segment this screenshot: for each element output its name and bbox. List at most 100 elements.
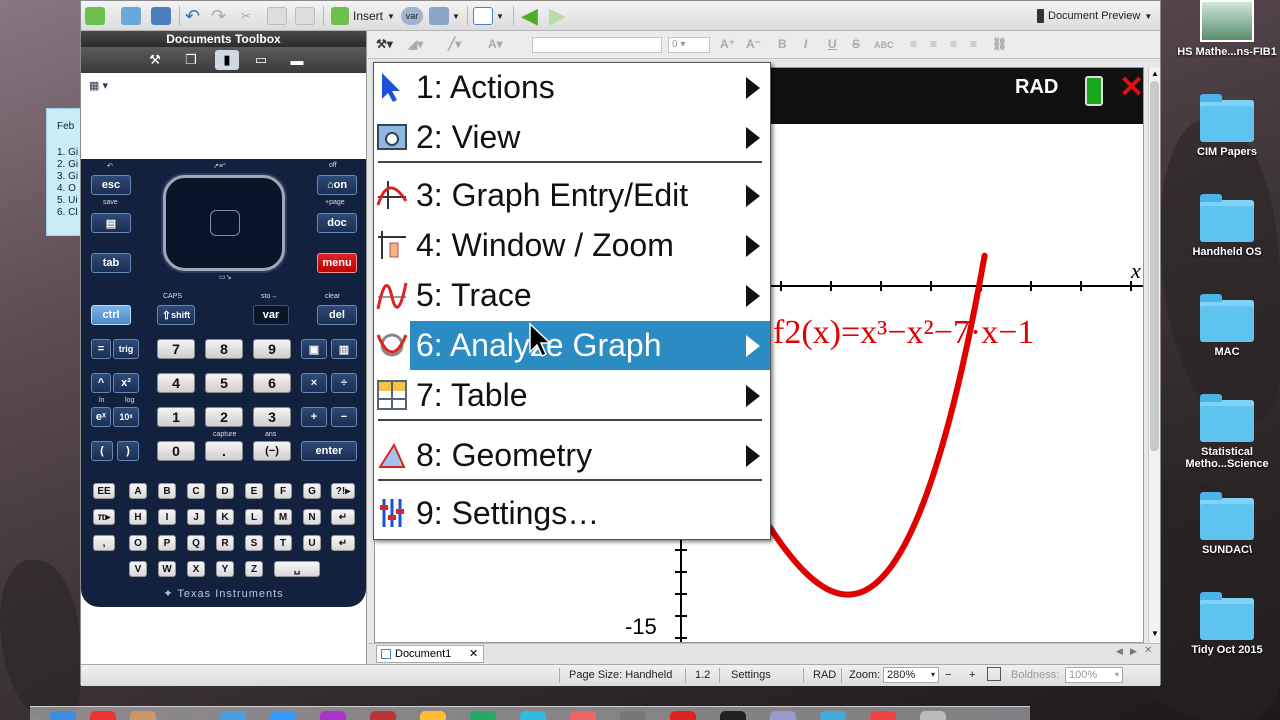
tools-menu-button[interactable]: ⚒▾ — [376, 37, 393, 51]
boldness-select[interactable]: 100% ▾ — [1065, 667, 1123, 683]
page-layout-button[interactable]: ▼ — [473, 5, 504, 27]
alpha-key[interactable]: F — [274, 483, 292, 499]
strikethrough-button[interactable]: S — [852, 37, 860, 51]
align-left-button[interactable]: ≡ — [910, 37, 917, 51]
alpha-key[interactable]: ?!▸ — [331, 483, 355, 499]
tab-close-all-icon[interactable]: ✕ — [1144, 645, 1152, 656]
menu-item-view[interactable]: 2: View — [374, 113, 770, 162]
tab-prev-icon[interactable]: ◀ — [1116, 646, 1123, 657]
decimal-point-key[interactable]: . — [205, 441, 243, 461]
equals-key[interactable]: = — [91, 339, 111, 359]
app-icon[interactable] — [720, 711, 746, 720]
alpha-key[interactable]: B — [158, 483, 176, 499]
app-icon[interactable] — [620, 711, 646, 720]
space-key[interactable]: ␣ — [274, 561, 320, 577]
app-icon[interactable] — [570, 711, 596, 720]
touchpad[interactable] — [163, 175, 285, 271]
menu-item-window-zoom[interactable]: 4: Window / Zoom — [374, 221, 770, 270]
doc-key[interactable]: doc — [317, 213, 357, 233]
ctrl-key[interactable]: ctrl — [91, 305, 131, 325]
screen-capture-button[interactable]: ▼ — [429, 5, 460, 27]
divide-key[interactable]: ÷ — [331, 373, 357, 393]
desktop-icon-tidy-oct[interactable]: Tidy Oct 2015 — [1177, 592, 1277, 656]
menu-item-table[interactable]: 7: Table — [374, 371, 770, 420]
menu-item-geometry[interactable]: 8: Geometry — [374, 431, 770, 480]
book-icon[interactable]: ▭ — [249, 50, 273, 70]
key-9[interactable]: 9 — [253, 339, 291, 359]
app-icon[interactable] — [220, 711, 246, 720]
trig-key[interactable]: trig — [113, 339, 139, 359]
app-icon[interactable] — [320, 711, 346, 720]
app-icon[interactable] — [920, 711, 946, 720]
alpha-key[interactable]: R — [216, 535, 234, 551]
font-family-input[interactable] — [532, 37, 662, 53]
page-size-label[interactable]: Page Size: Handheld — [569, 669, 672, 681]
zoom-out-button[interactable]: − — [945, 669, 951, 681]
caps-button[interactable]: ABC — [874, 40, 894, 50]
alpha-key[interactable]: K — [216, 509, 234, 525]
plus-key[interactable]: + — [301, 407, 327, 427]
previous-page-button[interactable]: ◀ — [521, 3, 538, 28]
templates-key[interactable]: ▣ — [301, 339, 327, 359]
alpha-key[interactable]: H — [129, 509, 147, 525]
alpha-key[interactable]: W — [158, 561, 176, 577]
keypad-selector[interactable]: ▦ ▾ — [89, 79, 108, 92]
desktop-icon-cim-papers[interactable]: CIM Papers — [1177, 94, 1277, 158]
alpha-key[interactable]: G — [303, 483, 321, 499]
key-1[interactable]: 1 — [157, 407, 195, 427]
desktop-icon-handheld-os[interactable]: Handheld OS — [1177, 194, 1277, 258]
alpha-key[interactable]: A — [129, 483, 147, 499]
alpha-key[interactable]: ↵ — [331, 509, 355, 525]
alpha-key[interactable]: C — [187, 483, 205, 499]
ten-power-key[interactable]: 10ˣ — [113, 407, 139, 427]
app-icon[interactable] — [820, 711, 846, 720]
decrease-font-button[interactable]: A⁻ — [746, 37, 761, 51]
line-color-button[interactable]: ╱▾ — [448, 37, 461, 51]
app-icon[interactable] — [420, 711, 446, 720]
tab-next-icon[interactable]: ▶ — [1130, 646, 1137, 657]
key-6[interactable]: 6 — [253, 373, 291, 393]
vertical-scrollbar[interactable]: ▲ ▼ — [1148, 67, 1160, 643]
alpha-key[interactable]: M — [274, 509, 292, 525]
tab-document1[interactable]: Document1 ✕ — [376, 645, 484, 663]
times-key[interactable]: × — [301, 373, 327, 393]
justify-button[interactable]: ≡ — [970, 37, 977, 51]
desktop-icon-statistical[interactable]: Statistical Metho...Science — [1177, 394, 1277, 470]
fit-page-icon[interactable] — [987, 667, 1001, 681]
alpha-key[interactable]: U — [303, 535, 321, 551]
alpha-key[interactable]: ↵ — [331, 535, 355, 551]
app-icon[interactable] — [170, 711, 196, 720]
alpha-key[interactable]: S — [245, 535, 263, 551]
menu-item-analyze-graph[interactable]: 6: Analyze Graph — [374, 321, 770, 370]
alpha-key[interactable]: P — [158, 535, 176, 551]
alpha-key[interactable]: EE — [93, 483, 115, 499]
app-icon[interactable] — [90, 711, 116, 720]
var-key[interactable]: var — [253, 305, 289, 325]
alpha-key[interactable]: D — [216, 483, 234, 499]
paste-button[interactable] — [295, 5, 315, 27]
fill-color-button[interactable]: ◢▾ — [408, 37, 423, 51]
alpha-key[interactable]: O — [129, 535, 147, 551]
caret-key[interactable]: ^ — [91, 373, 111, 393]
alpha-key[interactable]: I — [158, 509, 176, 525]
menu-item-graph-entry[interactable]: 3: Graph Entry/Edit — [374, 171, 770, 220]
close-paren-key[interactable]: ) — [117, 441, 139, 461]
key-8[interactable]: 8 — [205, 339, 243, 359]
cut-button[interactable]: ✂ — [241, 5, 251, 27]
tools-icon[interactable]: ⚒ — [143, 50, 167, 70]
link-button[interactable]: ⛓ — [992, 37, 1007, 51]
esc-key[interactable]: esc — [91, 175, 131, 195]
open-button[interactable] — [121, 5, 141, 27]
insert-menu-button[interactable]: Insert ▼ — [331, 5, 395, 27]
key-3[interactable]: 3 — [253, 407, 291, 427]
increase-font-button[interactable]: A⁺ — [720, 37, 735, 51]
menu-item-trace[interactable]: 5: Trace — [374, 271, 770, 320]
tab-close-icon[interactable]: ✕ — [469, 646, 478, 662]
app-icon[interactable] — [370, 711, 396, 720]
desktop-icon-hs-math[interactable]: HS Mathe...ns-FIB1 — [1177, 0, 1277, 58]
italic-button[interactable]: I — [804, 37, 807, 51]
negative-key[interactable]: (−) — [253, 441, 291, 461]
del-key[interactable]: del — [317, 305, 357, 325]
undo-button[interactable]: ↶ — [185, 5, 200, 27]
app-icon[interactable] — [870, 711, 896, 720]
